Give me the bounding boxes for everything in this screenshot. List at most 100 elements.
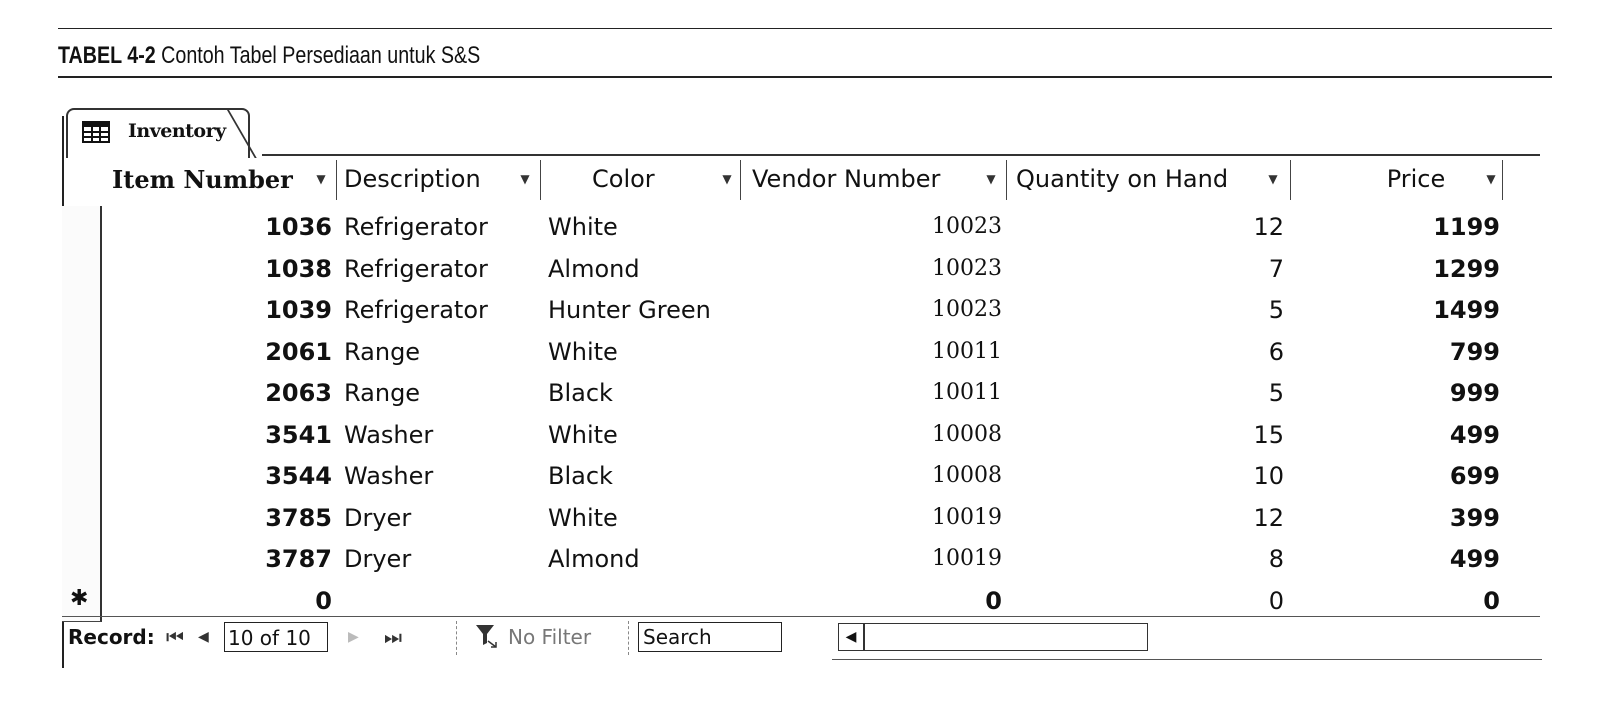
dropdown-arrow-icon[interactable]: ▼: [310, 172, 332, 186]
column-header-price[interactable]: Price ▼: [1352, 156, 1502, 202]
cell-qty[interactable]: 8: [1016, 538, 1284, 580]
cell-vendor[interactable]: 10011: [752, 331, 1002, 373]
column-divider[interactable]: [1290, 160, 1291, 200]
cell-color[interactable]: White: [548, 206, 738, 248]
cell-item[interactable]: 3787: [112, 538, 332, 580]
cell-vendor[interactable]: 10008: [752, 414, 1002, 456]
cell-color[interactable]: Black: [548, 372, 738, 414]
dropdown-arrow-icon[interactable]: ▼: [980, 172, 1002, 186]
dropdown-arrow-icon[interactable]: ▼: [1480, 172, 1502, 186]
dropdown-arrow-icon[interactable]: ▼: [514, 172, 536, 186]
cell-item[interactable]: 2061: [112, 331, 332, 373]
search-input[interactable]: Search: [638, 622, 782, 652]
cell-vendor[interactable]: 10019: [752, 538, 1002, 580]
column-header-description[interactable]: Description ▼: [344, 156, 536, 202]
column-header-label: Quantity on Hand: [1016, 165, 1229, 193]
cell-qty[interactable]: 12: [1016, 206, 1284, 248]
cell-qty[interactable]: 6: [1016, 331, 1284, 373]
column-header-label: Price: [1386, 165, 1446, 193]
column-header-vendor-number[interactable]: Vendor Number ▼: [752, 156, 1002, 202]
row-selector[interactable]: [62, 455, 102, 498]
cell-qty[interactable]: 10: [1016, 455, 1284, 497]
cell-price[interactable]: 1299: [1352, 248, 1500, 290]
cell-item[interactable]: 1039: [112, 289, 332, 331]
cell-color[interactable]: White: [548, 331, 738, 373]
cell-vendor[interactable]: 10019: [752, 497, 1002, 539]
cell-item[interactable]: 3541: [112, 414, 332, 456]
cell-vendor[interactable]: 10023: [752, 248, 1002, 290]
datasheet-window: Inventory Item Number ▼ Description ▼ Co…: [62, 108, 1542, 668]
cell-item[interactable]: 3544: [112, 455, 332, 497]
row-selector[interactable]: [62, 330, 102, 373]
cell-qty[interactable]: 12: [1016, 497, 1284, 539]
next-record-button[interactable]: ▶: [348, 629, 359, 645]
column-divider[interactable]: [1006, 160, 1007, 200]
cell-color[interactable]: White: [548, 414, 738, 456]
previous-record-button[interactable]: ◀: [198, 629, 209, 645]
cell-price[interactable]: 1499: [1352, 289, 1500, 331]
cell-description[interactable]: Range: [344, 372, 544, 414]
cell-price[interactable]: 1199: [1352, 206, 1500, 248]
tab-inventory[interactable]: Inventory: [66, 108, 250, 158]
column-header-quantity-on-hand[interactable]: Quantity on Hand ▼: [1016, 156, 1284, 202]
caption-top-rule: [58, 28, 1552, 29]
cell-vendor[interactable]: 10023: [752, 289, 1002, 331]
filter-icon[interactable]: [474, 623, 498, 654]
scroll-left-button[interactable]: ◀: [839, 624, 865, 650]
cell-item[interactable]: 2063: [112, 372, 332, 414]
cell-color[interactable]: Black: [548, 455, 738, 497]
column-divider[interactable]: [1502, 160, 1503, 200]
row-selector[interactable]: [62, 372, 102, 415]
dropdown-arrow-icon[interactable]: ▼: [1262, 172, 1284, 186]
cell-price[interactable]: 499: [1352, 414, 1500, 456]
cell-qty[interactable]: 5: [1016, 372, 1284, 414]
table-icon: [82, 121, 110, 143]
cell-description[interactable]: Washer: [344, 455, 544, 497]
cell-item[interactable]: 1038: [112, 248, 332, 290]
column-header-label: Vendor Number: [752, 165, 941, 193]
cell-qty[interactable]: 15: [1016, 414, 1284, 456]
current-record-field[interactable]: 10 of 10: [224, 622, 328, 652]
column-header-label: Description: [344, 165, 481, 193]
column-divider[interactable]: [740, 160, 741, 200]
cell-vendor[interactable]: 10008: [752, 455, 1002, 497]
cell-price[interactable]: 699: [1352, 455, 1500, 497]
column-header-item-number[interactable]: Item Number ▼: [112, 156, 332, 202]
cell-color[interactable]: Almond: [548, 248, 738, 290]
cell-color[interactable]: Almond: [548, 538, 738, 580]
first-record-button[interactable]: ⏮: [166, 625, 184, 649]
column-header-color[interactable]: Color ▼: [592, 156, 738, 202]
row-selector[interactable]: [62, 496, 102, 539]
row-selector[interactable]: [62, 206, 102, 249]
cell-description[interactable]: Dryer: [344, 538, 544, 580]
cell-vendor[interactable]: 10011: [752, 372, 1002, 414]
cell-price[interactable]: 999: [1352, 372, 1500, 414]
row-selector[interactable]: [62, 413, 102, 456]
cell-vendor[interactable]: 10023: [752, 206, 1002, 248]
cell-description[interactable]: Dryer: [344, 497, 544, 539]
cell-price[interactable]: 799: [1352, 331, 1500, 373]
column-divider[interactable]: [336, 160, 337, 200]
cell-item[interactable]: 3785: [112, 497, 332, 539]
row-selector[interactable]: [62, 289, 102, 332]
cell-price[interactable]: 499: [1352, 538, 1500, 580]
horizontal-scrollbar[interactable]: ◀: [838, 623, 1148, 651]
row-selector[interactable]: [62, 247, 102, 290]
column-divider[interactable]: [540, 160, 541, 200]
filter-status[interactable]: No Filter: [508, 625, 591, 649]
cell-description[interactable]: Refrigerator: [344, 206, 544, 248]
cell-description[interactable]: Refrigerator: [344, 289, 544, 331]
cell-price[interactable]: 399: [1352, 497, 1500, 539]
cell-description[interactable]: Range: [344, 331, 544, 373]
dropdown-arrow-icon[interactable]: ▼: [716, 172, 738, 186]
cell-description[interactable]: Refrigerator: [344, 248, 544, 290]
toolbar-divider: [628, 621, 629, 655]
cell-color[interactable]: Hunter Green: [548, 289, 738, 331]
cell-item[interactable]: 1036: [112, 206, 332, 248]
cell-color[interactable]: White: [548, 497, 738, 539]
cell-qty[interactable]: 7: [1016, 248, 1284, 290]
row-selector[interactable]: [62, 538, 102, 581]
cell-qty[interactable]: 5: [1016, 289, 1284, 331]
last-record-button[interactable]: ⏭: [384, 625, 402, 649]
cell-description[interactable]: Washer: [344, 414, 544, 456]
